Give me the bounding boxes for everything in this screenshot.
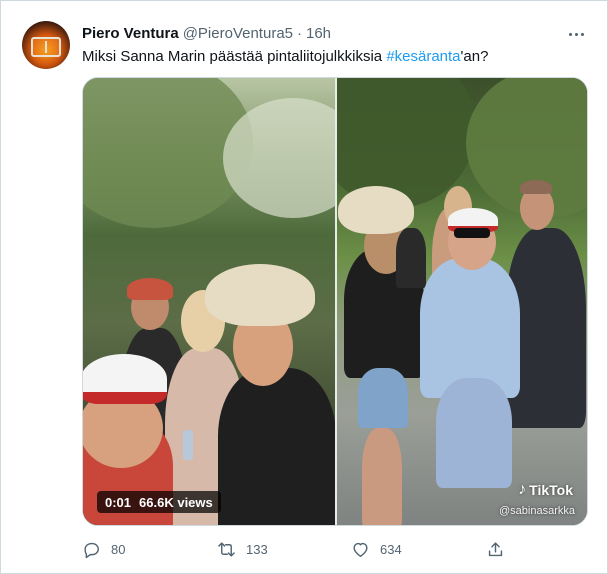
tiktok-watermark: ♪ TikTok <box>518 481 573 499</box>
video-frame-left <box>83 78 336 525</box>
reply-count: 80 <box>111 541 126 557</box>
retweet-icon <box>218 541 235 557</box>
tweet-actions: 80 133 634 <box>82 537 512 561</box>
tweet-card[interactable]: Piero Ventura @PieroVentura5 · 16h Miksi… <box>0 0 608 574</box>
tiktok-label: TikTok <box>529 482 573 498</box>
tweet-header: Piero Ventura @PieroVentura5 · 16h <box>82 23 331 43</box>
tv-on-fire-image <box>31 37 61 57</box>
like-icon <box>353 542 368 557</box>
hashtag-link[interactable]: #kesäranta <box>386 48 460 65</box>
video-split-divider <box>335 78 337 525</box>
video-player[interactable]: 0:01 66.6K views ♪ TikTok @sabinasarkka <box>82 77 588 526</box>
video-duration: 0:01 <box>105 494 132 510</box>
video-views: 66.6K views <box>139 494 213 510</box>
tweet-text-start: Miksi Sanna Marin päästää pintaliitojulk… <box>82 48 387 65</box>
display-name[interactable]: Piero Ventura <box>82 25 179 42</box>
retweet-count: 133 <box>246 541 268 557</box>
like-button[interactable]: 634 <box>351 537 402 561</box>
video-frame-right <box>336 78 587 525</box>
tiktok-icon: ♪ <box>518 481 527 498</box>
separator-dot: · <box>297 24 302 42</box>
more-icon[interactable] <box>567 25 585 43</box>
tiktok-handle: @sabinasarkka <box>499 505 575 517</box>
share-button[interactable] <box>486 537 505 561</box>
share-icon <box>488 541 503 556</box>
tweet-text: Miksi Sanna Marin päästää pintaliitojulk… <box>82 47 488 67</box>
user-handle[interactable]: @PieroVentura5 <box>183 25 293 42</box>
avatar[interactable] <box>22 21 70 69</box>
retweet-button[interactable]: 133 <box>217 537 268 561</box>
reply-icon <box>84 542 99 558</box>
video-stats-badge: 0:01 66.6K views <box>97 491 221 513</box>
tweet-text-end: 'an? <box>460 48 489 65</box>
like-count: 634 <box>380 541 402 557</box>
tweet-timestamp[interactable]: 16h <box>306 25 331 42</box>
reply-button[interactable]: 80 <box>82 537 125 561</box>
